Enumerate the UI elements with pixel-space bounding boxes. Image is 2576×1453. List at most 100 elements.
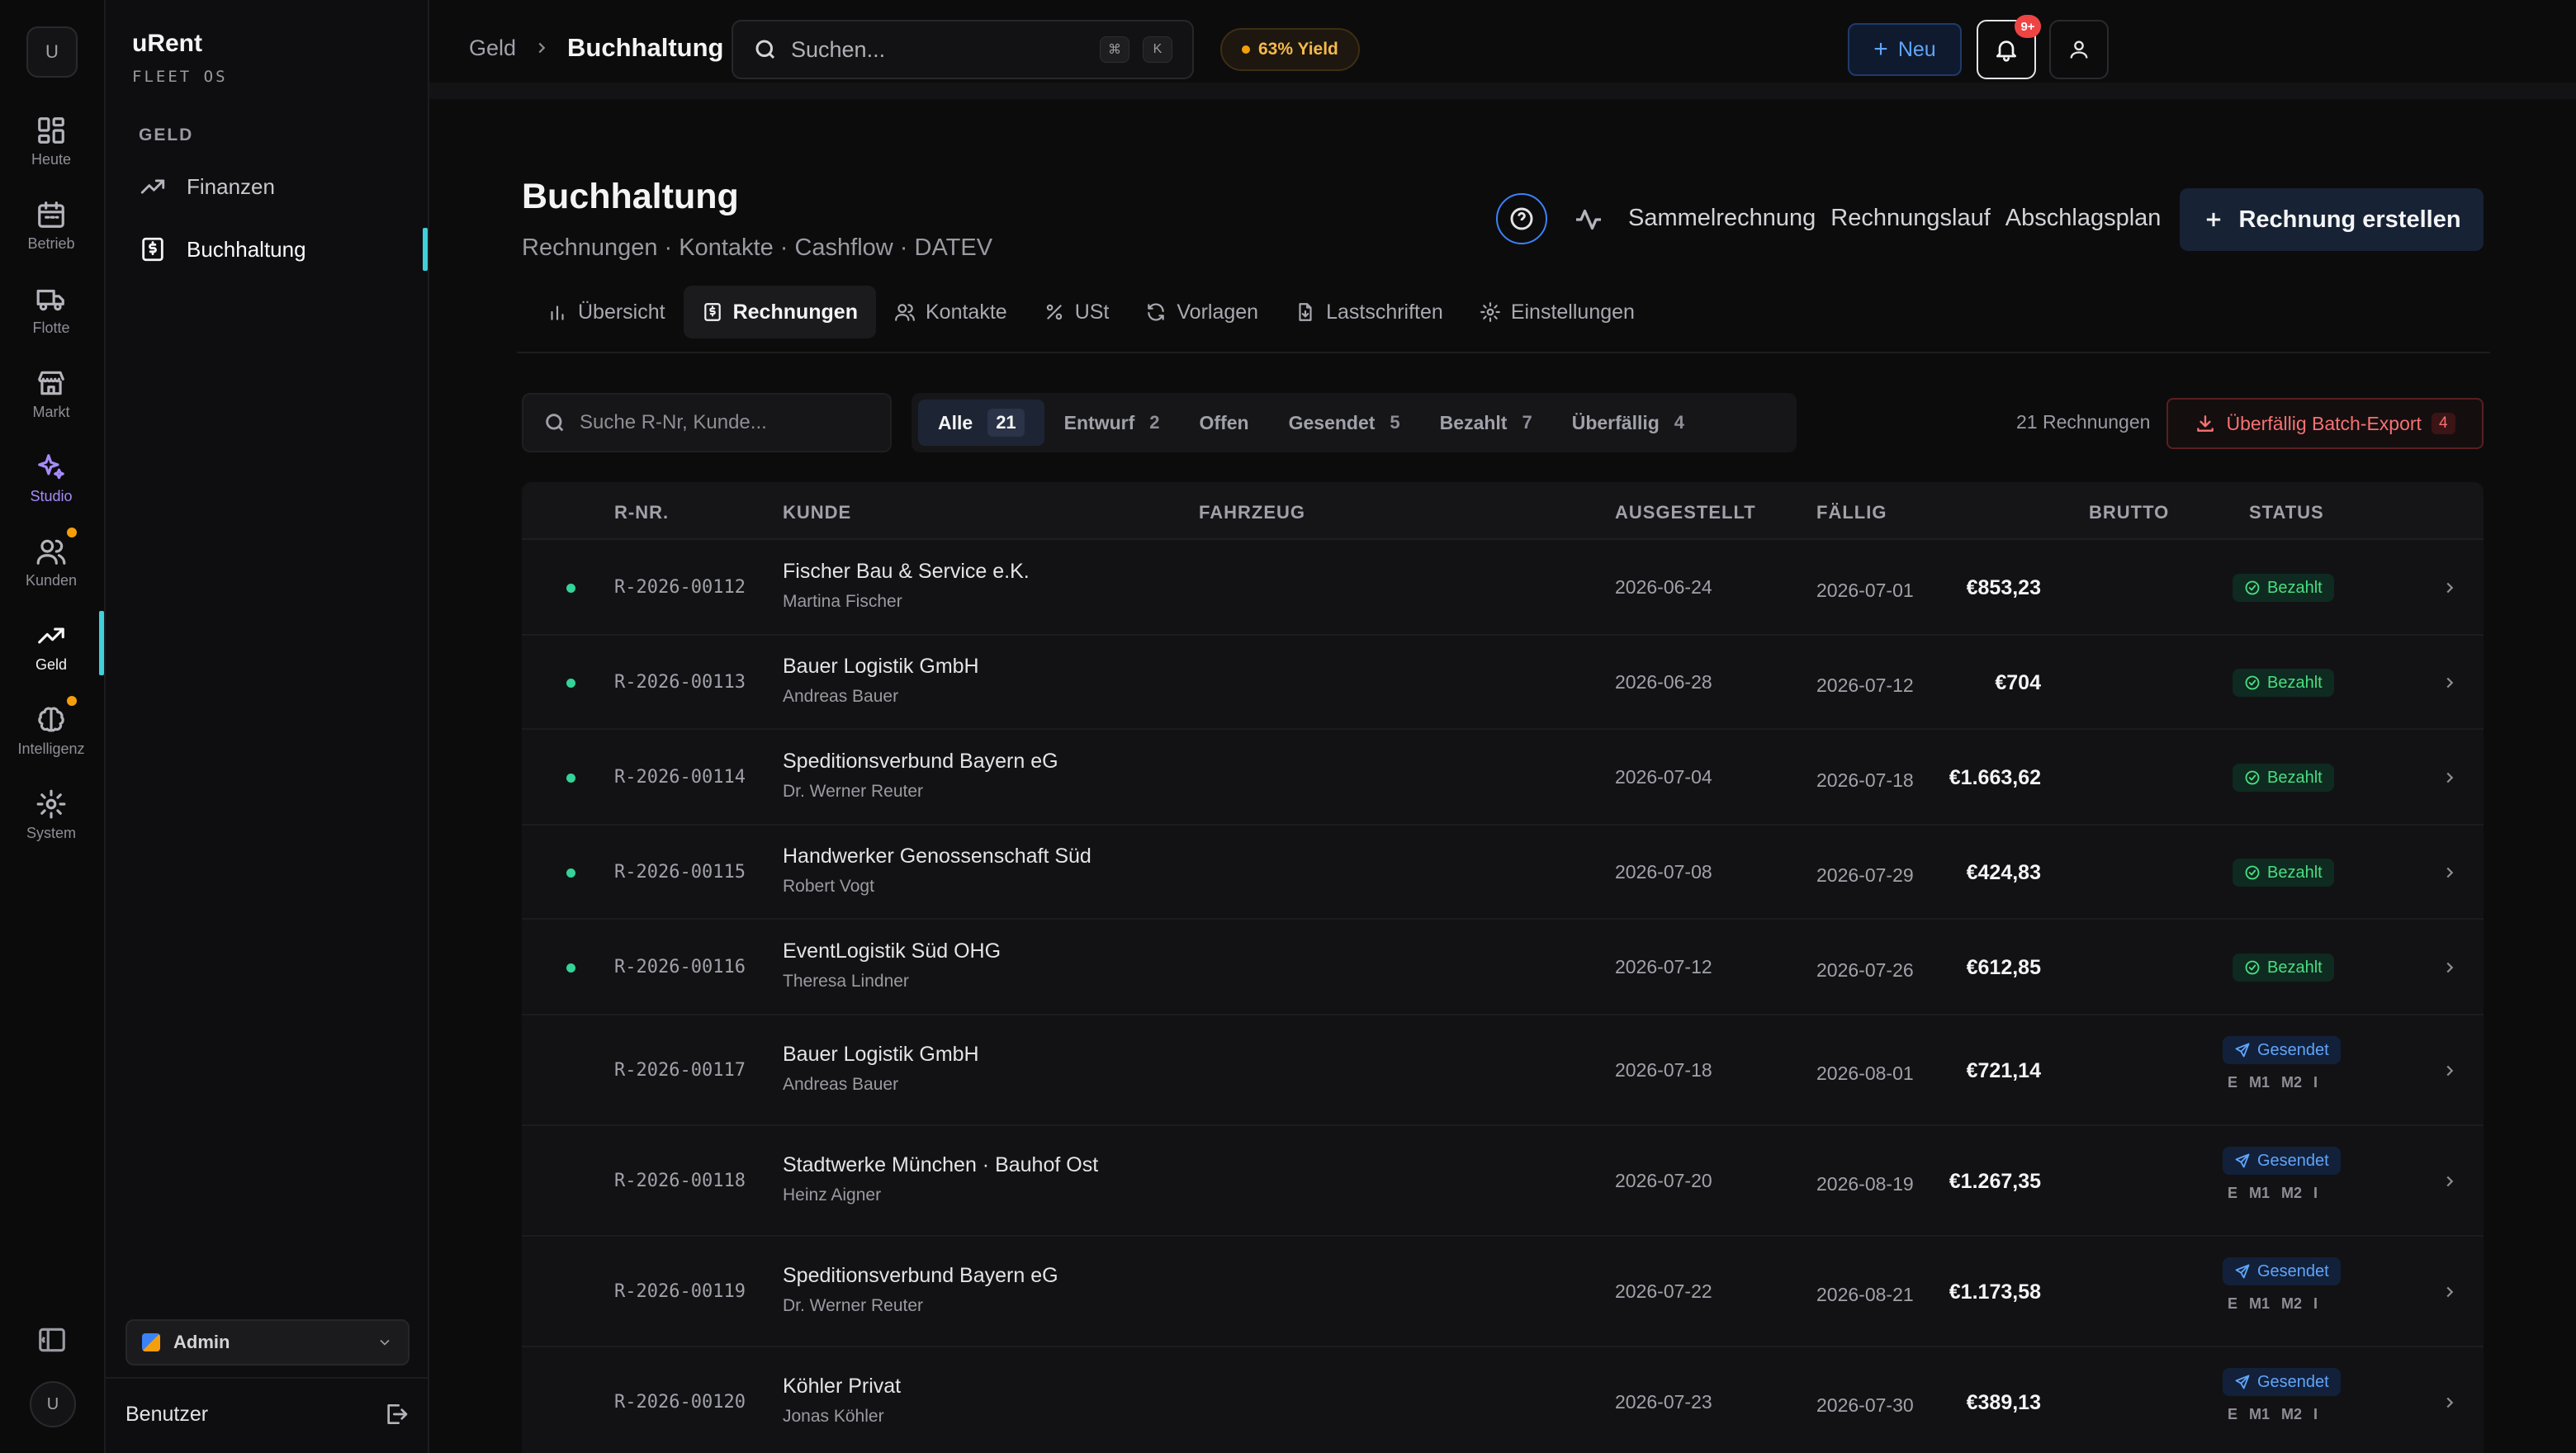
chevron-right-icon[interactable] xyxy=(2441,864,2459,886)
rail-item-system[interactable]: System xyxy=(0,778,102,852)
trending-up-icon xyxy=(38,627,64,643)
status-cell: Gesendet E M1 M2 I xyxy=(2223,1257,2341,1313)
receipt-icon xyxy=(703,303,721,321)
customer-cell: Fischer Bau & Service e.K. Martina Fisch… xyxy=(783,560,1030,612)
stage-m2: M2 xyxy=(2281,1185,2303,1201)
status-label: Gesendet xyxy=(2257,1040,2329,1059)
status-badge: Bezahlt xyxy=(2233,954,2334,982)
receipt-icon xyxy=(142,237,163,262)
column-kunde[interactable]: KUNDE xyxy=(783,502,851,523)
rail-item-studio[interactable]: Studio xyxy=(0,441,102,515)
dunning-stages: E M1 M2 I xyxy=(2223,1185,2341,1202)
overdue-batch-export-button[interactable]: Überfällig Batch-Export 4 xyxy=(2166,398,2484,449)
filter-alle[interactable]: Alle 21 xyxy=(918,400,1044,446)
column-brutto[interactable]: BRUTTO xyxy=(2089,502,2169,523)
check-circle-icon xyxy=(2245,960,2260,975)
new-button[interactable]: + Neu xyxy=(1848,23,1962,76)
tab-kontakte[interactable]: Kontakte xyxy=(876,286,1025,338)
notification-badge: 9+ xyxy=(2015,15,2041,38)
table-row[interactable]: R-2026-00113 Bauer Logistik GmbH Andreas… xyxy=(522,636,2484,730)
table-row[interactable]: R-2026-00118 Stadtwerke München · Bauhof… xyxy=(522,1126,2484,1237)
stage-m1: M1 xyxy=(2249,1295,2271,1312)
sammelrechnung-button[interactable]: Sammelrechnung xyxy=(1628,205,1816,232)
column-ausgestellt[interactable]: AUSGESTELLT xyxy=(1615,502,1756,523)
rail-label: Kunden xyxy=(25,571,78,589)
role-flag-icon xyxy=(142,1333,160,1351)
chevron-right-icon[interactable] xyxy=(2441,1062,2459,1084)
rail-item-betrieb[interactable]: Betrieb xyxy=(0,188,102,263)
activity-icon[interactable] xyxy=(1574,205,1603,234)
rail-item-flotte[interactable]: Flotte xyxy=(0,272,102,347)
invoice-number: R-2026-00114 xyxy=(614,767,746,788)
help-button[interactable] xyxy=(1496,193,1547,244)
issued-date: 2026-06-24 xyxy=(1615,576,1712,598)
column-fahrzeug[interactable]: FAHRZEUG xyxy=(1199,502,1305,523)
table-row[interactable]: R-2026-00114 Speditionsverbund Bayern eG… xyxy=(522,730,2484,826)
chevron-right-icon[interactable] xyxy=(2441,958,2459,981)
breadcrumb-parent[interactable]: Geld xyxy=(469,35,516,61)
gross-amount: €389,13 xyxy=(1966,1391,2041,1414)
create-invoice-button[interactable]: Rechnung erstellen xyxy=(2180,188,2484,251)
table-row[interactable]: R-2026-00115 Handwerker Genossenschaft S… xyxy=(522,826,2484,920)
tab-lastschriften[interactable]: Lastschriften xyxy=(1276,286,1461,338)
customer-contact: Theresa Lindner xyxy=(783,972,909,991)
rail-item-kunden[interactable]: Kunden xyxy=(0,525,102,599)
users-icon xyxy=(36,539,66,565)
plus-icon: + xyxy=(1873,35,1888,63)
sidebar: uRent FLEET OS GELD Finanzen Buchhaltung… xyxy=(106,0,429,1453)
tab-einstellungen[interactable]: Einstellungen xyxy=(1461,286,1653,338)
column-faellig[interactable]: FÄLLIG xyxy=(1816,502,1887,523)
rechnungslauf-button[interactable]: Rechnungslauf xyxy=(1830,205,1990,232)
chevron-right-icon[interactable] xyxy=(2441,1394,2459,1416)
table-row[interactable]: R-2026-00112 Fischer Bau & Service e.K. … xyxy=(522,540,2484,636)
invoice-search-input[interactable]: Suche R-Nr, Kunde... xyxy=(522,393,892,452)
chevron-right-icon[interactable] xyxy=(2441,1172,2459,1195)
abschlagsplan-button[interactable]: Abschlagsplan xyxy=(2005,205,2162,232)
table-row[interactable]: R-2026-00117 Bauer Logistik GmbH Andreas… xyxy=(522,1015,2484,1126)
chevron-right-icon[interactable] xyxy=(2441,674,2459,696)
tab-ust[interactable]: USt xyxy=(1025,286,1128,338)
profile-button[interactable] xyxy=(2049,20,2109,79)
sidebar-item-buchhaltung[interactable]: Buchhaltung xyxy=(132,225,413,274)
table-row[interactable]: R-2026-00116 EventLogistik Süd OHG There… xyxy=(522,920,2484,1015)
filter-offen[interactable]: Offen xyxy=(1180,400,1269,446)
role-select[interactable]: Admin xyxy=(125,1319,410,1365)
gross-amount: €721,14 xyxy=(1966,1059,2041,1082)
column-status[interactable]: STATUS xyxy=(2249,502,2324,523)
rail-item-geld[interactable]: Geld xyxy=(0,609,102,684)
user-avatar[interactable]: U xyxy=(30,1381,76,1427)
sidebar-toggle-icon[interactable] xyxy=(36,1324,68,1356)
status-badge: Bezahlt xyxy=(2233,764,2334,792)
tab-label: Vorlagen xyxy=(1177,300,1259,324)
brand-subtitle: FLEET OS xyxy=(132,68,228,86)
sidebar-item-finanzen[interactable]: Finanzen xyxy=(132,162,413,211)
filter-count: 7 xyxy=(1522,412,1532,433)
global-search-input[interactable]: Suchen... ⌘ K xyxy=(732,20,1194,79)
filter-bezahlt[interactable]: Bezahlt 7 xyxy=(1420,400,1552,446)
search-icon xyxy=(755,40,775,59)
truck-icon xyxy=(36,289,64,310)
status-label: Bezahlt xyxy=(2267,958,2323,977)
workspace-avatar[interactable]: U xyxy=(26,26,78,78)
column-rnr[interactable]: R-NR. xyxy=(614,502,669,523)
chevron-right-icon[interactable] xyxy=(2441,769,2459,791)
filter-ueberfaellig[interactable]: Überfällig 4 xyxy=(1552,400,1704,446)
tab-uebersicht[interactable]: Übersicht xyxy=(528,286,684,338)
user-name: Benutzer xyxy=(125,1402,209,1426)
tab-rechnungen[interactable]: Rechnungen xyxy=(683,286,876,338)
sidebar-section-title: GELD xyxy=(139,125,194,144)
logout-icon[interactable] xyxy=(383,1401,410,1427)
filter-entwurf[interactable]: Entwurf 2 xyxy=(1044,400,1180,446)
status-label: Bezahlt xyxy=(2267,863,2323,882)
table-row[interactable]: R-2026-00119 Speditionsverbund Bayern eG… xyxy=(522,1237,2484,1347)
rail-item-intelligenz[interactable]: Intelligenz xyxy=(0,693,102,768)
rail-item-heute[interactable]: Heute xyxy=(0,104,102,178)
chevron-right-icon[interactable] xyxy=(2441,579,2459,601)
rail-item-markt[interactable]: Markt xyxy=(0,357,102,431)
tab-vorlagen[interactable]: Vorlagen xyxy=(1127,286,1276,338)
filter-gesendet[interactable]: Gesendet 5 xyxy=(1269,400,1420,446)
chevron-right-icon[interactable] xyxy=(2441,1283,2459,1305)
table-row[interactable]: R-2026-00120 Köhler Privat Jonas Köhler … xyxy=(522,1347,2484,1453)
paid-dot xyxy=(566,774,575,783)
brain-icon xyxy=(38,707,64,731)
